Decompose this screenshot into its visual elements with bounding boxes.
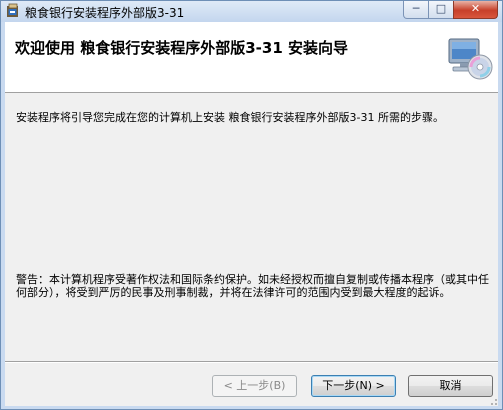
installer-window: 粮食银行安装程序外部版3-31 ─ □ ✕ 欢迎使用 粮食银行安装程序外部版3-… (0, 0, 503, 410)
maximize-icon: □ (435, 2, 447, 15)
maximize-button[interactable]: □ (428, 1, 454, 19)
minimize-icon: ─ (412, 2, 420, 15)
title-bar[interactable]: 粮食银行安装程序外部版3-31 ─ □ ✕ (1, 1, 502, 22)
back-button[interactable]: < 上一步(B) (212, 375, 297, 397)
copyright-warning: 警告：本计算机程序受著作权法和国际条约保护。如未经授权而擅自复制或传播本程序（或… (16, 273, 489, 299)
resize-grip-icon[interactable] (486, 394, 498, 406)
window-title: 粮食银行安装程序外部版3-31 (25, 6, 185, 20)
button-separator (5, 361, 498, 363)
cancel-button[interactable]: 取消 (408, 375, 493, 397)
minimize-button[interactable]: ─ (403, 1, 429, 19)
next-button[interactable]: 下一步(N) > (311, 375, 396, 397)
intro-text: 安装程序将引导您完成在您的计算机上安装 粮食银行安装程序外部版3-31 所需的步… (16, 111, 444, 124)
dialog-client-area: 欢迎使用 粮食银行安装程序外部版3-31 安装向导 安装程序将引导您完成在您的计… (5, 22, 498, 406)
computer-cd-icon (447, 36, 493, 82)
installer-app-icon (5, 3, 21, 19)
close-button[interactable]: ✕ (453, 1, 498, 19)
wizard-title: 欢迎使用 粮食银行安装程序外部版3-31 安装向导 (15, 39, 348, 57)
close-icon: ✕ (470, 2, 481, 15)
header-banner: 欢迎使用 粮食银行安装程序外部版3-31 安装向导 (5, 22, 498, 93)
